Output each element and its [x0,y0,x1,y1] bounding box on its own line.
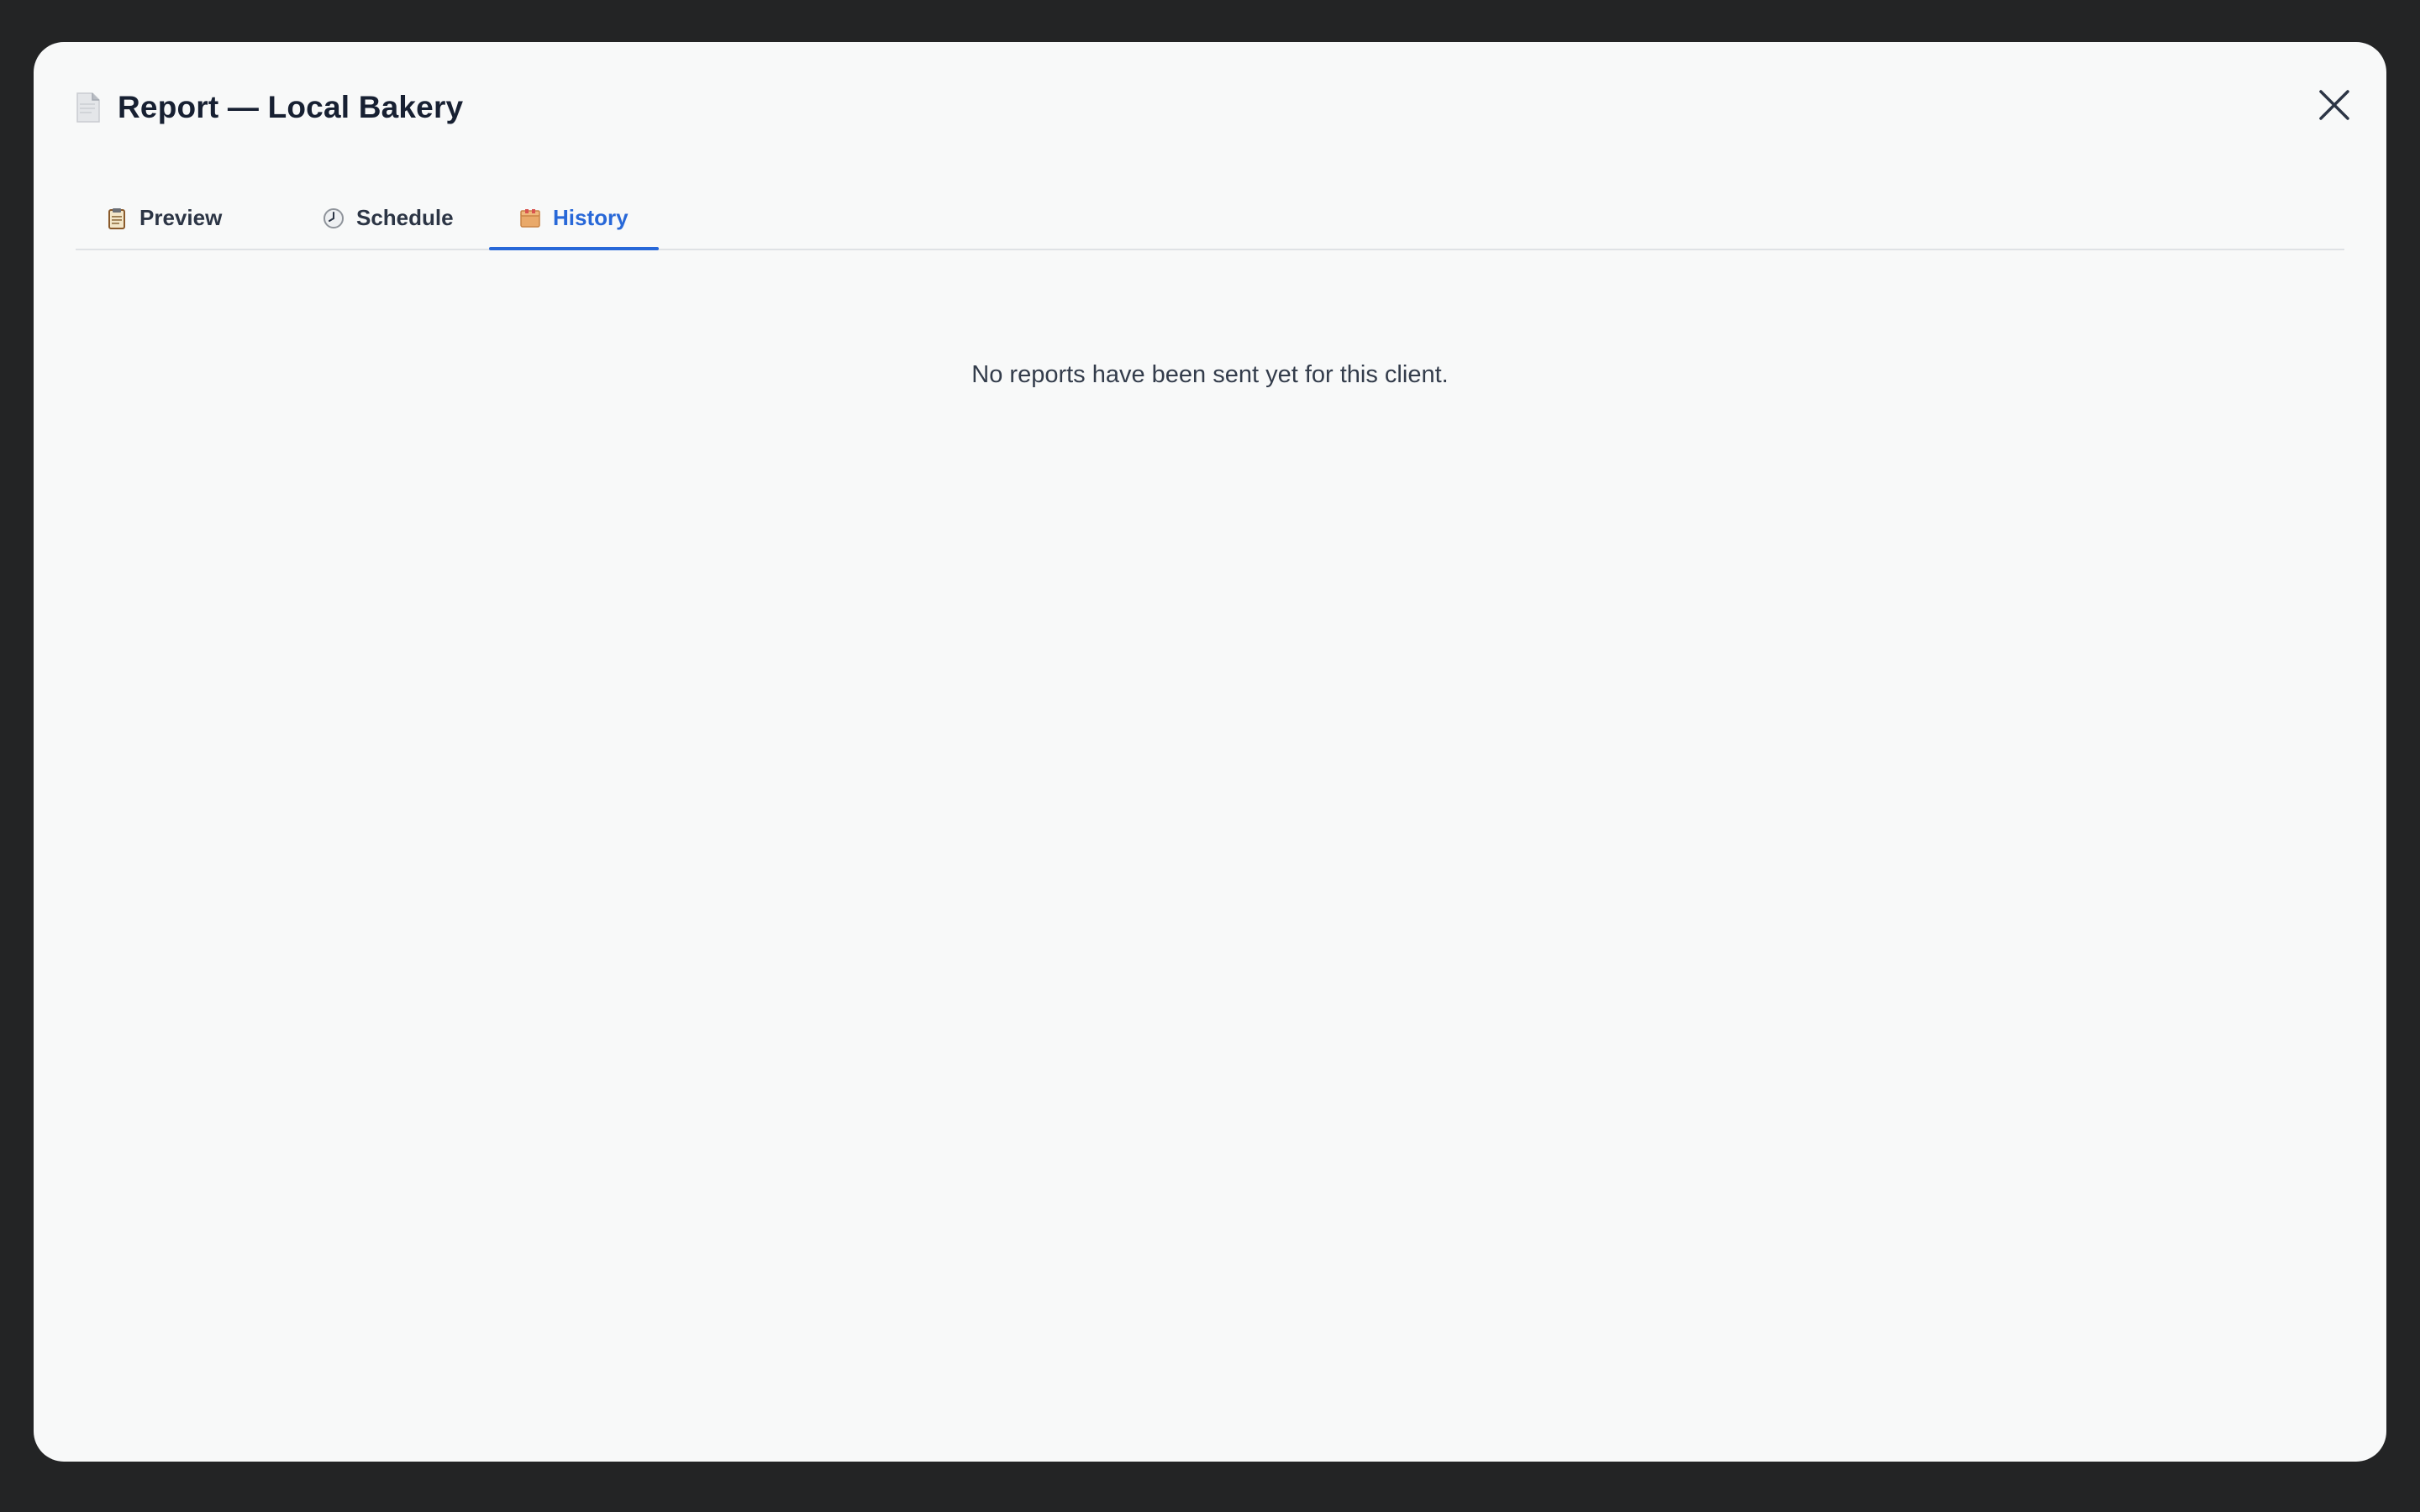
clock-icon [323,207,345,229]
modal-title: Report — Local Bakery [118,90,464,124]
tab-history-label: History [553,205,629,230]
tab-schedule-label: Schedule [356,205,454,230]
tab-history[interactable]: History [489,187,659,250]
archive-box-icon [519,207,541,229]
report-modal: Report — Local Bakery Preview Schedule H… [34,42,2386,1462]
tab-preview-label: Preview [139,205,223,230]
tab-bar: Preview Schedule History [76,187,2344,250]
modal-header: Report — Local Bakery [76,82,463,133]
tab-preview[interactable]: Preview [76,187,271,249]
tab-schedule[interactable]: Schedule [292,187,496,249]
document-icon [76,92,101,123]
clipboard-icon [106,207,128,229]
close-icon [2319,90,2349,120]
history-empty-message: No reports have been sent yet for this c… [971,361,1449,388]
close-button[interactable] [2316,87,2353,123]
